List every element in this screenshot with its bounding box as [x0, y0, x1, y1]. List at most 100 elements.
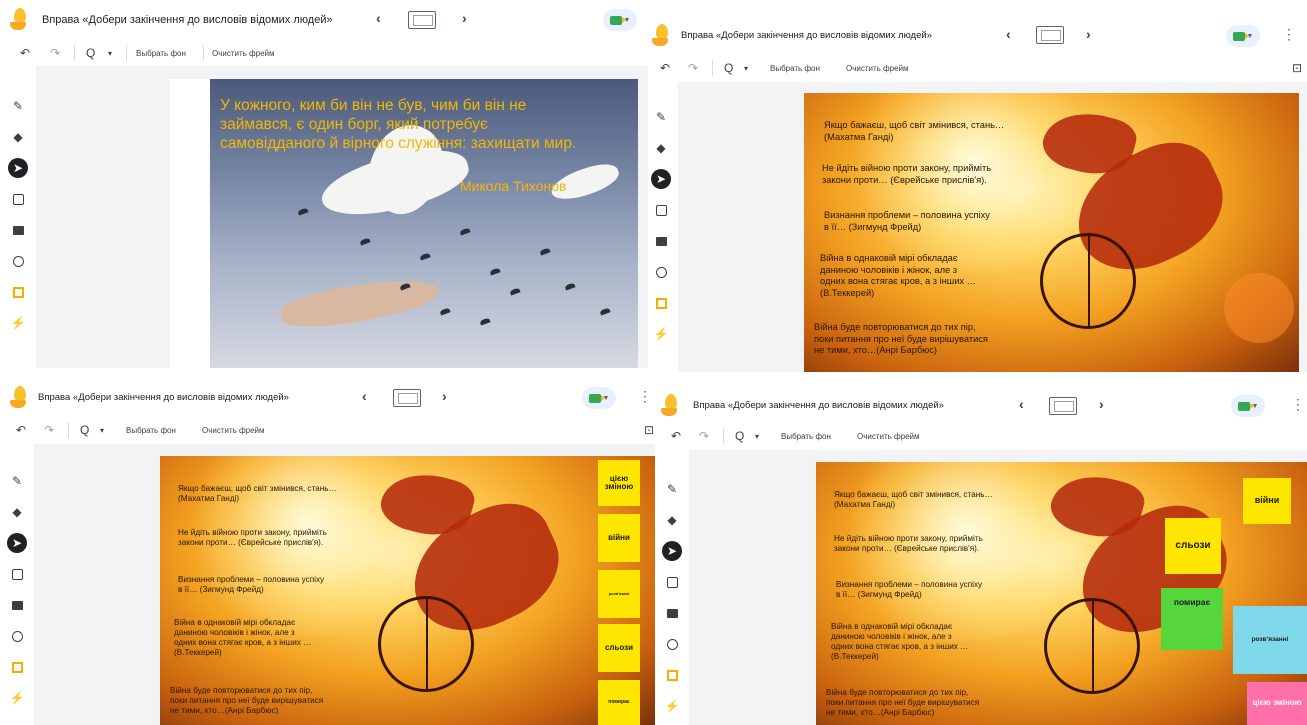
set-background-button[interactable]: Выбрать фон [136, 49, 186, 58]
prev-frame-button[interactable]: ‹ [376, 10, 381, 26]
zoom-icon[interactable]: Q [735, 429, 744, 443]
frame-list-icon[interactable] [1036, 26, 1064, 44]
sticky-note[interactable]: цією зміною [1247, 682, 1307, 725]
canvas[interactable]: Якщо бажаєш, щоб світ змінився, стань… (М… [689, 450, 1307, 725]
canvas[interactable]: Якщо бажаєш, щоб світ змінився, стань… (М… [678, 82, 1307, 372]
zoom-icon[interactable]: Q [80, 423, 89, 437]
zoom-dropdown[interactable]: ▾ [108, 49, 112, 58]
circle-shape-icon[interactable] [662, 634, 682, 654]
side-panel-icon[interactable]: ⊡ [644, 423, 654, 437]
undo-button[interactable]: ↶ [16, 423, 26, 437]
clear-frame-button[interactable]: Очистить фрейм [212, 49, 275, 58]
select-arrow-icon[interactable]: ➤ [651, 169, 671, 189]
image-icon[interactable] [8, 220, 28, 240]
redo-button[interactable]: ↷ [44, 423, 54, 437]
saying-3: Визнання проблеми – половина успіху в її…… [824, 210, 990, 232]
set-background-button[interactable]: Выбрать фон [781, 432, 831, 441]
clear-frame-button[interactable]: Очистить фрейм [846, 64, 909, 73]
circle-shape-icon[interactable] [8, 251, 28, 271]
side-panel-icon[interactable]: ⊡ [1292, 61, 1302, 75]
circle-shape-icon[interactable] [7, 626, 27, 646]
zoom-icon[interactable]: Q [86, 46, 95, 60]
zoom-dropdown[interactable]: ▾ [755, 432, 759, 441]
next-frame-button[interactable]: › [1099, 396, 1104, 412]
frame-icon[interactable] [7, 657, 27, 677]
laser-icon[interactable]: ⚡ [662, 696, 682, 716]
zoom-dropdown[interactable]: ▾ [100, 426, 104, 435]
meet-camera-icon [1237, 401, 1254, 411]
sticky-note[interactable]: розв'язані [598, 570, 640, 618]
laser-icon[interactable]: ⚡ [7, 688, 27, 708]
pen-icon[interactable]: ✎ [8, 96, 28, 116]
next-frame-button[interactable]: › [462, 10, 467, 26]
zoom-icon[interactable]: Q [724, 61, 733, 75]
circle-shape-icon[interactable] [651, 262, 671, 282]
frame-icon[interactable] [662, 665, 682, 685]
select-arrow-icon[interactable]: ➤ [662, 541, 682, 561]
undo-button[interactable]: ↶ [671, 429, 681, 443]
laser-icon[interactable]: ⚡ [8, 313, 28, 333]
select-arrow-icon[interactable]: ➤ [8, 158, 28, 178]
sticky-note[interactable]: війни [598, 514, 640, 562]
sticky-note[interactable]: помирає [598, 680, 640, 725]
pen-icon[interactable]: ✎ [662, 479, 682, 499]
sticky-note[interactable]: війни [1243, 478, 1291, 524]
meet-button[interactable]: ▼ [1226, 25, 1260, 47]
more-menu-button[interactable]: ⋮ [1291, 396, 1305, 413]
redo-button[interactable]: ↷ [699, 429, 709, 443]
undo-button[interactable]: ↶ [660, 61, 670, 75]
meet-button[interactable]: ▼ [582, 387, 616, 409]
next-frame-button[interactable]: › [1086, 26, 1091, 42]
frame-list-icon[interactable] [408, 11, 436, 29]
more-menu-button[interactable]: ⋮ [638, 388, 652, 405]
bird-shape [489, 267, 501, 276]
tool-sidebar: ✎ ◆ ➤ ⚡ [5, 96, 31, 344]
redo-button[interactable]: ↷ [50, 46, 60, 60]
eraser-icon[interactable]: ◆ [7, 502, 27, 522]
sticky-note[interactable]: розв'язанні [1233, 606, 1307, 674]
image-icon[interactable] [662, 603, 682, 623]
meet-button[interactable]: ▼ [1231, 395, 1265, 417]
redo-button[interactable]: ↷ [688, 61, 698, 75]
prev-frame-button[interactable]: ‹ [362, 388, 367, 404]
board-title: Вправа «Добери закінчення до висловів ві… [693, 400, 944, 411]
select-arrow-icon[interactable]: ➤ [7, 533, 27, 553]
pen-icon[interactable]: ✎ [7, 471, 27, 491]
app-logo-icon [661, 394, 679, 418]
peace-sign-shape [378, 596, 474, 692]
pen-icon[interactable]: ✎ [651, 107, 671, 127]
clear-frame-button[interactable]: Очистить фрейм [202, 426, 265, 435]
image-icon[interactable] [7, 595, 27, 615]
eraser-icon[interactable]: ◆ [662, 510, 682, 530]
set-background-button[interactable]: Выбрать фон [770, 64, 820, 73]
frame-list-icon[interactable] [393, 389, 421, 407]
more-menu-button[interactable]: ⋮ [1282, 26, 1296, 43]
canvas[interactable]: У кожного, ким би він не був, чим би він… [36, 66, 648, 368]
peace-sign-shape [1044, 598, 1140, 694]
laser-icon[interactable]: ⚡ [651, 324, 671, 344]
sticky-note-icon[interactable] [7, 564, 27, 584]
sticky-note[interactable]: сльози [598, 624, 640, 672]
undo-button[interactable]: ↶ [20, 46, 30, 60]
frame-icon[interactable] [651, 293, 671, 313]
next-frame-button[interactable]: › [442, 388, 447, 404]
sticky-note[interactable]: сльози [1165, 518, 1221, 574]
clear-frame-button[interactable]: Очистить фрейм [857, 432, 920, 441]
frame-icon[interactable] [8, 282, 28, 302]
image-icon[interactable] [651, 231, 671, 251]
sticky-note-icon[interactable] [662, 572, 682, 592]
sticky-note[interactable]: цією зміною [598, 460, 640, 506]
set-background-button[interactable]: Выбрать фон [126, 426, 176, 435]
zoom-dropdown[interactable]: ▾ [744, 64, 748, 73]
eraser-icon[interactable]: ◆ [651, 138, 671, 158]
frame-list-icon[interactable] [1049, 397, 1077, 415]
eraser-icon[interactable]: ◆ [8, 127, 28, 147]
saying-4: Війна в однаковій мірі обкладає даниною ч… [831, 622, 969, 661]
meet-button[interactable]: ▼ [603, 9, 637, 31]
prev-frame-button[interactable]: ‹ [1006, 26, 1011, 42]
canvas[interactable]: Якщо бажаєш, щоб світ змінився, стань… (М… [34, 444, 655, 725]
sticky-note-icon[interactable] [8, 189, 28, 209]
sticky-note[interactable]: помирає [1161, 588, 1223, 650]
sticky-note-icon[interactable] [651, 200, 671, 220]
prev-frame-button[interactable]: ‹ [1019, 396, 1024, 412]
